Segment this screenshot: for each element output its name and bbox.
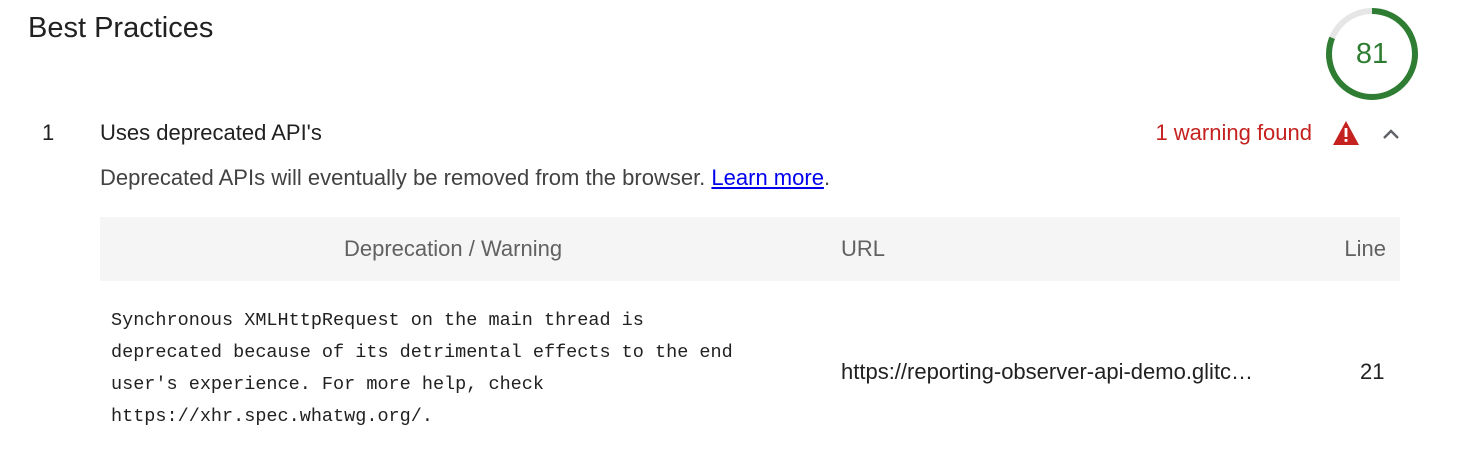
audit-status: 1 warning found — [1155, 120, 1312, 145]
chevron-up-icon[interactable] — [1380, 124, 1402, 144]
score-gauge: 81 — [1324, 6, 1420, 102]
source-line: 21 — [1360, 359, 1385, 384]
deprecation-message: Synchronous XMLHttpRequest on the main t… — [111, 310, 733, 427]
audit-description-end: . — [823, 165, 831, 190]
warning-triangle-icon — [1333, 121, 1359, 145]
header-url: URL — [841, 236, 886, 261]
score-value: 81 — [1355, 37, 1389, 70]
learn-more-link[interactable]: Learn more — [711, 165, 824, 190]
audit-description-text: Deprecated APIs will eventually be remov… — [100, 165, 706, 190]
audit-description: Deprecated APIs will eventually be remov… — [100, 165, 830, 191]
header-line: Line — [1344, 236, 1386, 261]
table-header: Deprecation / Warning URL Line — [100, 217, 1400, 281]
audit-title[interactable]: Uses deprecated API's — [100, 120, 322, 146]
deprecations-table: Deprecation / Warning URL Line Synchrono… — [100, 217, 1400, 441]
category-title: Best Practices — [28, 12, 214, 44]
source-url[interactable]: https://reporting-observer-api-demo.glit… — [841, 359, 1311, 385]
audit-index: 1 — [42, 120, 55, 145]
header-deprecation: Deprecation / Warning — [344, 236, 563, 261]
